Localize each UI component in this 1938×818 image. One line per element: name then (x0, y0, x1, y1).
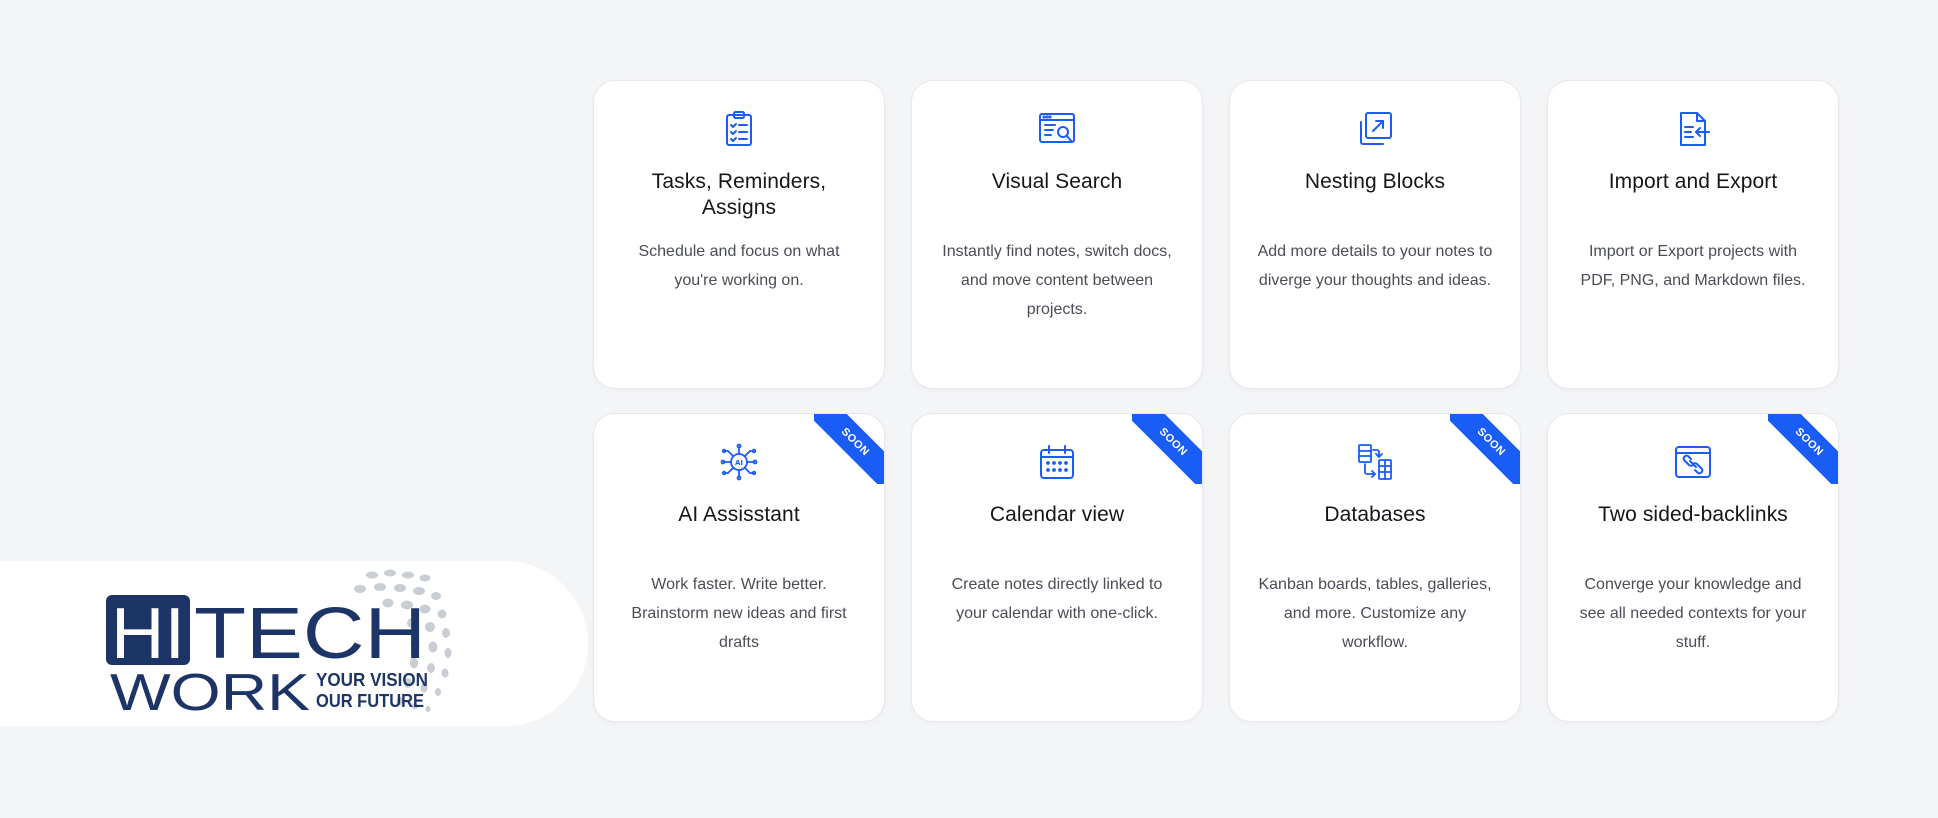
backlinks-icon (1675, 446, 1711, 478)
feature-description: Import or Export projects with PDF, PNG,… (1580, 243, 1806, 289)
logo-word-hi: HI (111, 594, 185, 674)
ai-chip-icon: AI (720, 443, 758, 481)
logo-word-work: WORK (110, 664, 310, 722)
feature-card-calendar-view[interactable]: SOON Calendar view Create notes directly… (911, 413, 1203, 722)
feature-card-ai-assistant[interactable]: SOON AI AI Assisstant Work faster. Write… (593, 413, 885, 722)
feature-card-backlinks[interactable]: SOON Two sided-backlinks Converge your k… (1547, 413, 1839, 722)
databases-icon (1358, 444, 1392, 480)
soon-badge: SOON (1768, 414, 1838, 484)
soon-ribbon: SOON (814, 414, 884, 484)
nesting-blocks-icon (1360, 112, 1392, 145)
feature-description: Add more details to your notes to diverg… (1257, 243, 1493, 289)
feature-title: AI Assisstant (678, 503, 800, 526)
feature-description: Kanban boards, tables, galleries, and mo… (1258, 576, 1492, 651)
soon-ribbon: SOON (1450, 414, 1520, 484)
feature-title: Tasks, Reminders, Assigns (651, 170, 827, 219)
feature-title: Two sided-backlinks (1598, 503, 1788, 526)
feature-description: Create notes directly linked to your cal… (951, 576, 1163, 622)
feature-card-databases[interactable]: SOON Databases Kanban boards, tables, ga… (1229, 413, 1521, 722)
feature-title: Import and Export (1608, 170, 1778, 193)
feature-description: Converge your knowledge and see all need… (1579, 576, 1807, 651)
calendar-icon (1040, 445, 1074, 479)
feature-title: Calendar view (989, 503, 1125, 526)
import-export-icon (1680, 112, 1710, 146)
soon-ribbon: SOON (1132, 414, 1202, 484)
feature-description: Work faster. Write better. Brainstorm ne… (631, 576, 847, 651)
feature-card-import-export[interactable]: Import and Export Import or Export proje… (1547, 80, 1839, 389)
logo-tagline-2: OUR FUTURE (316, 691, 424, 711)
soon-ribbon: SOON (1768, 414, 1838, 484)
hitech-work-logo: HI TECH WORK YOUR VISION OUR FUTURE (106, 569, 452, 722)
soon-badge: SOON (1450, 414, 1520, 484)
visual-search-icon (1039, 113, 1075, 143)
soon-badge: SOON (814, 414, 884, 484)
feature-description: Instantly find notes, switch docs, and m… (942, 243, 1172, 318)
soon-badge: SOON (1132, 414, 1202, 484)
feature-title: Nesting Blocks (1304, 170, 1446, 193)
logo-word-tech: TECH (194, 594, 426, 674)
feature-card-tasks[interactable]: Tasks, Reminders, Assigns Schedule and f… (593, 80, 885, 389)
feature-grid: Tasks, Reminders, Assigns Schedule and f… (593, 80, 1839, 722)
feature-title: Databases (1324, 503, 1426, 526)
feature-card-visual-search[interactable]: Visual Search Instantly find notes, swit… (911, 80, 1203, 389)
feature-description: Schedule and focus on what you're workin… (638, 243, 840, 289)
feature-title: Visual Search (991, 170, 1123, 193)
clipboard-checklist-icon (726, 111, 752, 146)
logo-tagline-1: YOUR VISION (316, 670, 428, 690)
logo-panel: HI TECH WORK YOUR VISION OUR FUTURE (0, 561, 588, 726)
svg-text:AI: AI (735, 459, 743, 467)
feature-card-nesting-blocks[interactable]: Nesting Blocks Add more details to your … (1229, 80, 1521, 389)
page: Tasks, Reminders, Assigns Schedule and f… (0, 0, 1938, 818)
